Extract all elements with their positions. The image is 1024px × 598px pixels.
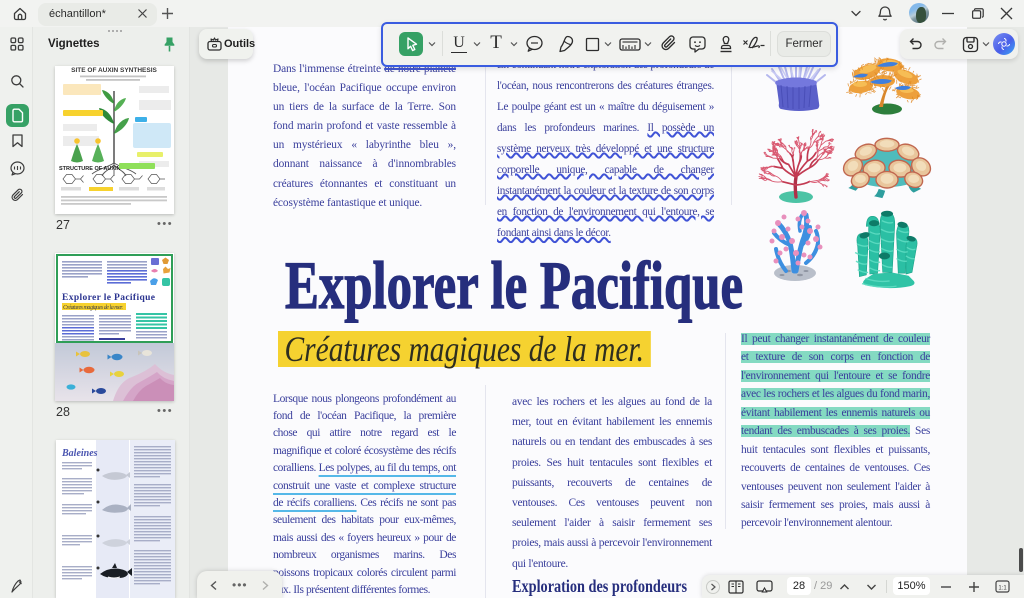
- svg-text:1:1: 1:1: [998, 586, 1007, 592]
- svg-text:STRUCTURE OF AUXIN: STRUCTURE OF AUXIN: [59, 166, 121, 172]
- svg-text:SITE OF AUXIN SYNTHESIS: SITE OF AUXIN SYNTHESIS: [71, 67, 157, 74]
- svg-text:Baleines: Baleines: [61, 448, 98, 459]
